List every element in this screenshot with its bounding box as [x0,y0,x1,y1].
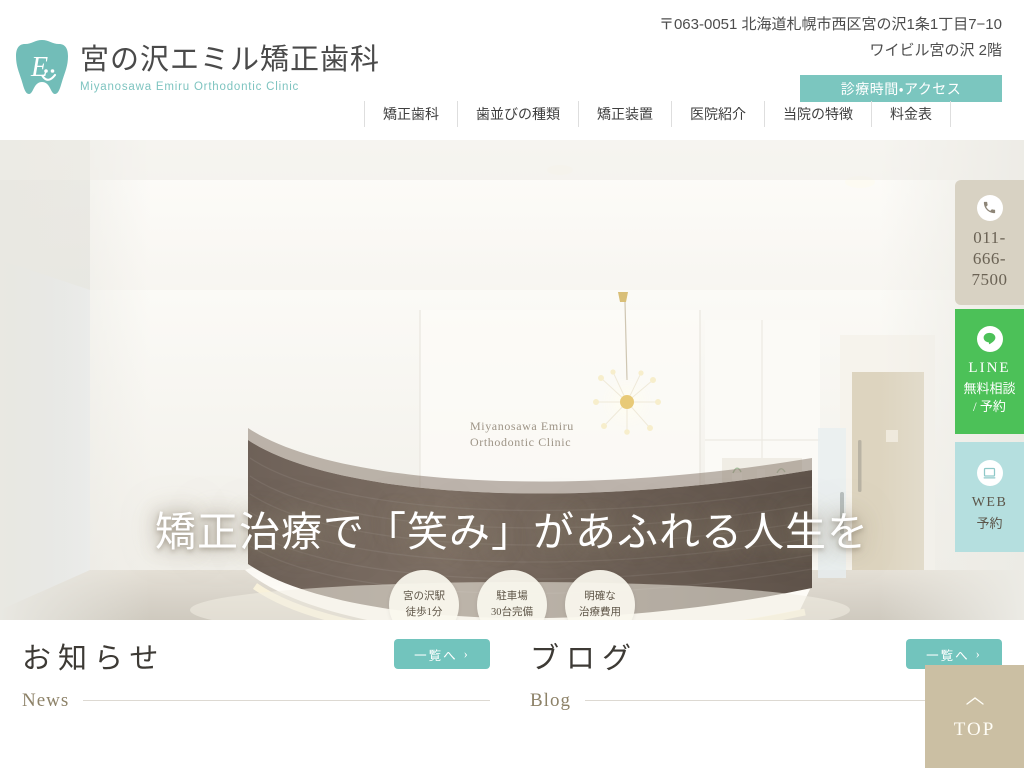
address-line-2: ワイビル宮の沢 2階 [869,42,1002,60]
clinic-address: 〒063-0051 北海道札幌市西区宮の沢1条1丁目7−10 ワイビル宮の沢 2… [659,12,1002,65]
site-header: E 宮の沢エミル矯正歯科 Miyanosawa Emiru Orthodonti… [0,0,1024,147]
site-logo[interactable]: E 宮の沢エミル矯正歯科 Miyanosawa Emiru Orthodonti… [14,36,380,98]
badge-line-1: 駐車場 [496,591,528,603]
nav-item-teeth-types[interactable]: 歯並びの種類 [457,101,578,127]
nav-label: 矯正装置 [597,106,653,122]
badge-line-2: 徒歩1分 [405,607,443,618]
badge-line-2: 30台完備 [491,607,533,618]
nav-item-appliances[interactable]: 矯正装置 [578,101,671,147]
blog-view-all-label: 一覧へ [926,648,970,663]
nav-label: 歯並びの種類 [476,106,560,122]
bottom-sections: お知らせ News 一覧へ › ブログ Blog 一覧へ › TOP [0,620,1024,768]
phone-call-button[interactable]: 011- 666- 7500 [955,180,1024,305]
nav-item-pricing[interactable]: 料金表 [871,101,951,127]
svg-text:Orthodontic Clinic: Orthodontic Clinic [470,435,571,449]
nav-label: 当院の特徴 [783,106,853,122]
badge-station-access[interactable]: 宮の沢駅 徒歩1分 [389,570,459,620]
web-reservation-button[interactable]: WEB 予約 [955,442,1024,552]
news-subtitle: News [22,689,70,711]
nav-label: 医院紹介 [690,106,746,122]
news-subtitle-row: News [22,690,490,712]
logo-english-name: Miyanosawa Emiru Orthodontic Clinic [80,80,300,93]
line-contact-button[interactable]: LINE 無料相談 / 予約 [955,309,1024,434]
phone-icon [976,194,1003,221]
web-button-label: WEB 予約 [971,495,1008,531]
badge-clear-pricing[interactable]: 明確な 治療費用 [565,570,635,620]
news-view-all-label: 一覧へ [414,648,458,663]
scroll-to-top-button[interactable]: TOP [925,665,1024,768]
logo-japanese-name: 宮の沢エミル矯正歯科 [80,44,381,77]
address-line-1: 〒063-0051 北海道札幌市西区宮の沢1条1丁目7−10 [658,16,1002,33]
badge-line-2: 治療費用 [579,607,621,618]
chevron-right-icon: › [975,646,982,661]
web-reserve-icon [976,460,1003,487]
nav-item-clinic-info[interactable]: 医院紹介 [671,101,764,147]
floating-contact-rail: 011- 666- 7500 LINE 無料相談 / 予約 WEB 予約 [955,180,1024,552]
news-section: お知らせ News 一覧へ › [0,620,512,768]
nav-label: 矯正歯科 [383,106,439,122]
chevron-up-icon [965,693,985,711]
nav-label: 料金表 [890,106,932,122]
chevron-right-icon: › [463,646,470,661]
nav-item-orthodontics[interactable]: 矯正歯科 [364,101,457,147]
badge-line-1: 明確な [584,591,616,603]
nav-item-features[interactable]: 当院の特徴 [764,101,871,127]
phone-number: 011- 666- 7500 [971,227,1008,290]
hero-banner: Miyanosawa Emiru Orthodontic Clinic 矯正治療… [0,140,1024,620]
tooth-logo-icon: E [14,36,70,98]
hero-headline: 矯正治療で「笑み」があふれる人生を [155,509,869,555]
news-divider [83,700,490,702]
scroll-to-top-label: TOP [953,718,996,740]
badge-parking[interactable]: 駐車場 30台完備 [477,570,547,620]
line-chat-icon [976,325,1003,352]
svg-text:Miyanosawa Emiru: Miyanosawa Emiru [470,419,574,433]
hero-feature-badges: 宮の沢駅 徒歩1分 駐車場 30台完備 明確な 治療費用 [0,570,1024,620]
news-view-all-button[interactable]: 一覧へ › [394,639,490,669]
access-hours-button[interactable]: 診療時間・アクセス [800,75,1002,102]
badge-line-1: 宮の沢駅 [403,591,445,603]
line-button-label: LINE 無料相談 / 予約 [963,359,1016,415]
main-navigation: 矯正歯科 歯並びの種類 矯正装置 医院紹介 当院の特徴 料金表 [364,101,951,147]
blog-subtitle: Blog [530,689,571,711]
